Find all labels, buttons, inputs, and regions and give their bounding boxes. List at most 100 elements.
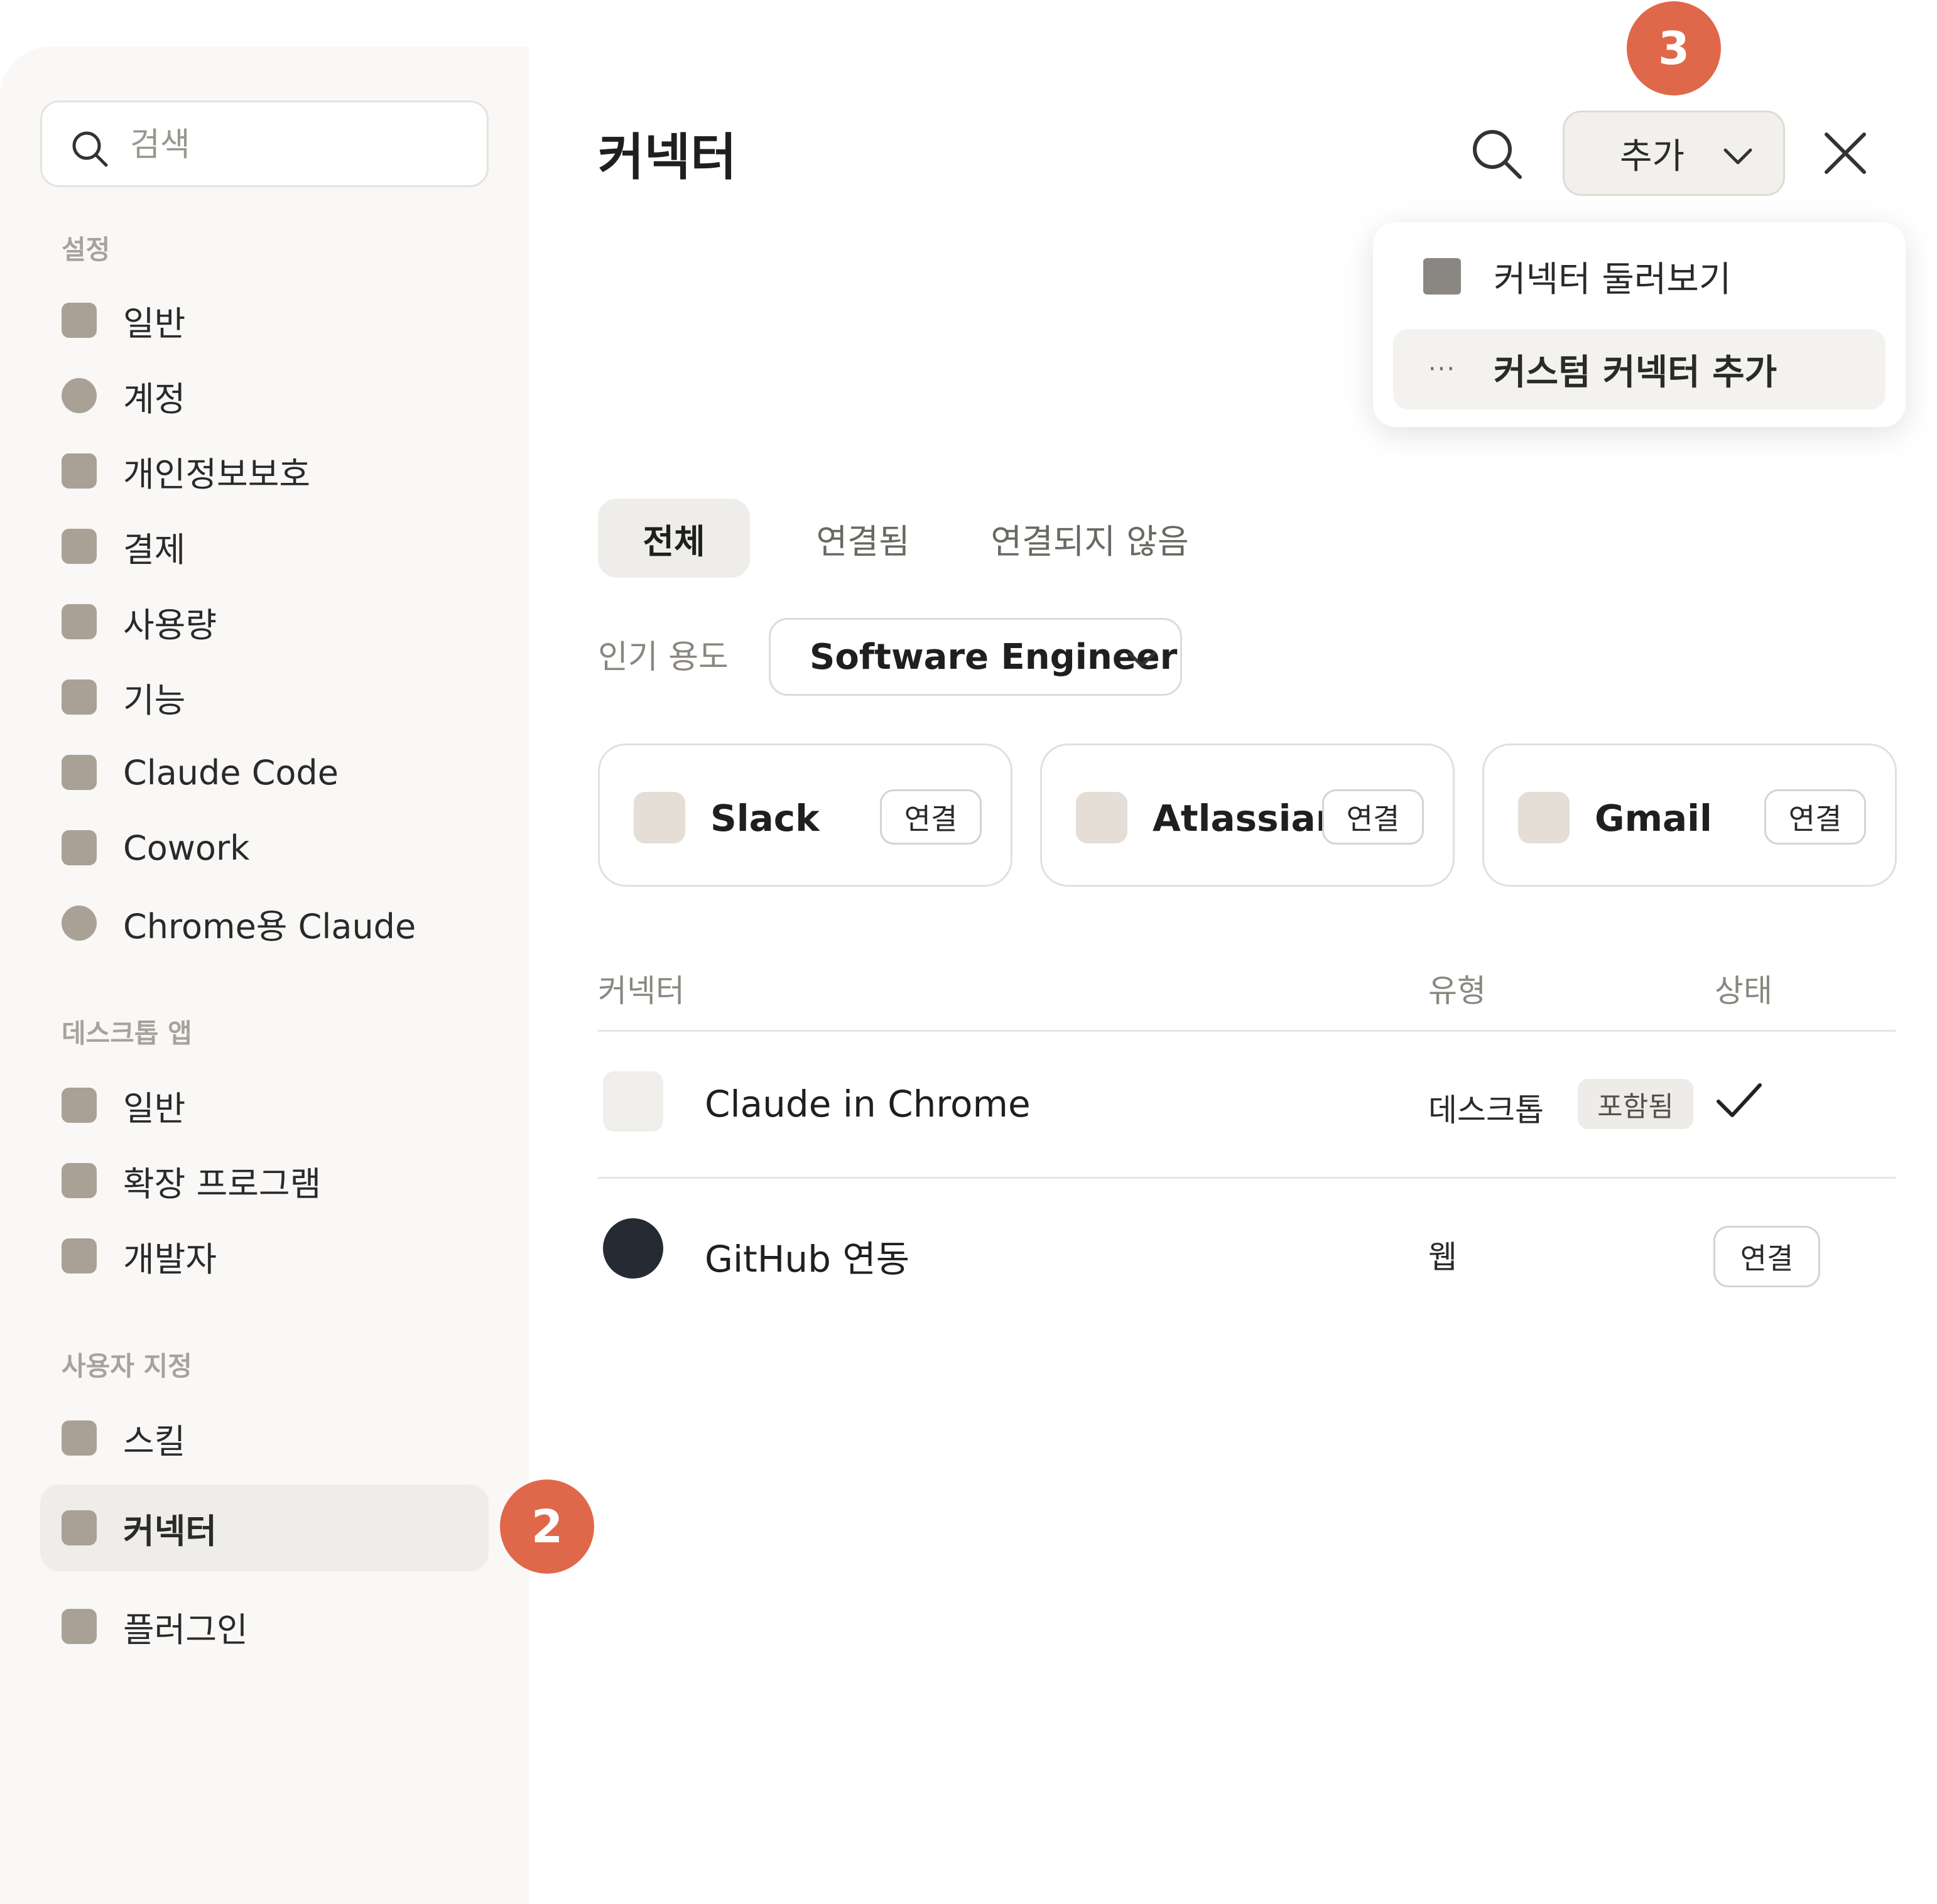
sidebar-item-cowork[interactable]: Cowork [40, 810, 489, 885]
add-button[interactable]: 추가 [1563, 111, 1785, 196]
sidebar-item-account[interactable]: 계정 [40, 358, 489, 433]
use-case-select[interactable]: Software Engineer [769, 618, 1182, 696]
menu-item-label: 커스텀 커넥터 추가 [1494, 352, 1777, 393]
page-title: 커넥터 [598, 128, 737, 187]
sidebar-item-label: 확장 프로그램 [123, 1164, 322, 1204]
tab-all[interactable]: 전체 [598, 499, 750, 578]
sidebar-item-label: 플러그인 [123, 1609, 248, 1650]
slack-icon [634, 792, 685, 843]
connector-icon [62, 1510, 97, 1545]
connector-card-gmail[interactable]: Gmail 연결 [1482, 744, 1897, 887]
gear-icon [62, 303, 97, 338]
atlassian-icon [1076, 792, 1127, 843]
lock-icon [62, 453, 97, 489]
table-row-type: 데스크톱 [1428, 1092, 1544, 1128]
sidebar-search[interactable] [40, 100, 489, 187]
settings-page: 설정 일반 계정 개인정보보호 결제 사용량 기능 Claude Code [0, 0, 1937, 1904]
table-row-name[interactable]: GitHub 연동 [705, 1230, 909, 1282]
cowork-icon [62, 830, 97, 865]
skill-icon [62, 1420, 97, 1456]
sidebar-item-label: 커넥터 [123, 1511, 217, 1551]
section-title-customize: 사용자 지정 [62, 1351, 192, 1382]
chevron-down-icon [1723, 148, 1752, 165]
column-header-connector: 커넥터 [598, 973, 685, 1009]
user-circle-icon [62, 378, 97, 413]
sidebar-item-label: Claude Code [123, 752, 339, 792]
sidebar-item-label: Cowork [123, 828, 250, 868]
chevron-down-icon [1127, 651, 1156, 668]
sidebar-item-label: 개인정보보호 [123, 454, 311, 494]
step-badge-2: 2 [500, 1479, 594, 1574]
use-case-select-value: Software Engineer [810, 636, 1178, 678]
add-button-label: 추가 [1620, 136, 1685, 177]
sidebar-item-usage[interactable]: 사용량 [40, 584, 489, 659]
divider [598, 1030, 1896, 1032]
sidebar: 설정 일반 계정 개인정보보호 결제 사용량 기능 Claude Code [0, 46, 529, 1904]
sidebar-item-label: 기능 [123, 680, 186, 720]
ellipsis-icon: ··· [1428, 355, 1457, 384]
sidebar-item-features[interactable]: 기능 [40, 659, 489, 735]
table-row-type: 웹 [1428, 1239, 1457, 1275]
close-icon[interactable] [1821, 129, 1869, 177]
sidebar-item-label: 사용량 [123, 605, 217, 645]
gmail-icon [1518, 792, 1570, 843]
connector-card-slack[interactable]: Slack 연결 [598, 744, 1012, 887]
tab-connected[interactable]: 연결됨 [800, 499, 926, 578]
divider [598, 1177, 1896, 1179]
connect-button[interactable]: 연결 [1322, 789, 1424, 845]
grid-icon [1423, 258, 1461, 295]
sparkle-icon [62, 679, 97, 715]
chrome-icon [603, 1071, 663, 1132]
table-row-name[interactable]: Claude in Chrome [705, 1083, 1031, 1125]
gear-icon [62, 1088, 97, 1123]
menu-item-label: 커넥터 둘러보기 [1494, 259, 1732, 300]
sidebar-item-claude-code[interactable]: Claude Code [40, 735, 489, 810]
connector-card-atlassian[interactable]: Atlassian 연결 [1040, 744, 1455, 887]
section-title-settings: 설정 [62, 234, 111, 265]
sidebar-item-skills[interactable]: 스킬 [40, 1400, 489, 1476]
filter-label: 인기 용도 [598, 639, 729, 676]
connect-button[interactable]: 연결 [1713, 1226, 1820, 1287]
add-dropdown-menu: 커넥터 둘러보기 ··· 커스텀 커넥터 추가 [1373, 222, 1906, 427]
connect-button[interactable]: 연결 [1764, 789, 1866, 845]
plugin-icon [62, 1609, 97, 1644]
chrome-icon [62, 906, 97, 941]
sidebar-item-plugins[interactable]: 플러그인 [40, 1589, 489, 1664]
sidebar-item-label: 스킬 [123, 1421, 186, 1461]
status-badge: 포함됨 [1578, 1079, 1693, 1129]
connect-button[interactable]: 연결 [880, 789, 982, 845]
sidebar-item-label: 개발자 [123, 1239, 217, 1279]
check-icon [1717, 1083, 1762, 1117]
step-badge-3: 3 [1627, 1, 1721, 95]
sidebar-item-label: 일반 [123, 1088, 186, 1128]
menu-item-browse-connectors[interactable]: 커넥터 둘러보기 [1393, 236, 1885, 316]
sidebar-item-privacy[interactable]: 개인정보보호 [40, 433, 489, 509]
puzzle-icon [62, 1163, 97, 1198]
search-input[interactable] [130, 115, 469, 175]
sidebar-item-label: 결제 [123, 529, 186, 570]
sidebar-item-label: 계정 [123, 379, 186, 419]
tab-not-connected[interactable]: 연결되지 않음 [986, 499, 1193, 578]
terminal-icon [62, 1238, 97, 1274]
chart-icon [62, 604, 97, 639]
sidebar-item-desktop-general[interactable]: 일반 [40, 1068, 489, 1143]
credit-card-icon [62, 529, 97, 564]
column-header-status: 상태 [1715, 973, 1772, 1009]
sidebar-item-general[interactable]: 일반 [40, 283, 489, 358]
menu-item-add-custom-connector[interactable]: ··· 커스텀 커넥터 추가 [1393, 329, 1885, 409]
sidebar-item-label: 일반 [123, 303, 186, 343]
sidebar-item-label: Chrome용 Claude [123, 906, 416, 946]
sidebar-item-connectors[interactable]: 커넥터 [40, 1485, 489, 1571]
sidebar-item-extensions[interactable]: 확장 프로그램 [40, 1143, 489, 1218]
sidebar-item-developer[interactable]: 개발자 [40, 1218, 489, 1294]
search-icon [72, 131, 108, 167]
section-title-desktop-app: 데스크톱 앱 [62, 1018, 192, 1049]
sidebar-item-billing[interactable]: 결제 [40, 509, 489, 584]
sidebar-item-chrome[interactable]: Chrome용 Claude [40, 885, 489, 961]
connector-card-name: Slack [710, 797, 820, 840]
code-icon [62, 755, 97, 790]
connector-card-name: Atlassian [1153, 797, 1342, 840]
search-icon[interactable] [1468, 126, 1524, 181]
column-header-type: 유형 [1428, 973, 1486, 1009]
connector-card-name: Gmail [1595, 797, 1712, 840]
